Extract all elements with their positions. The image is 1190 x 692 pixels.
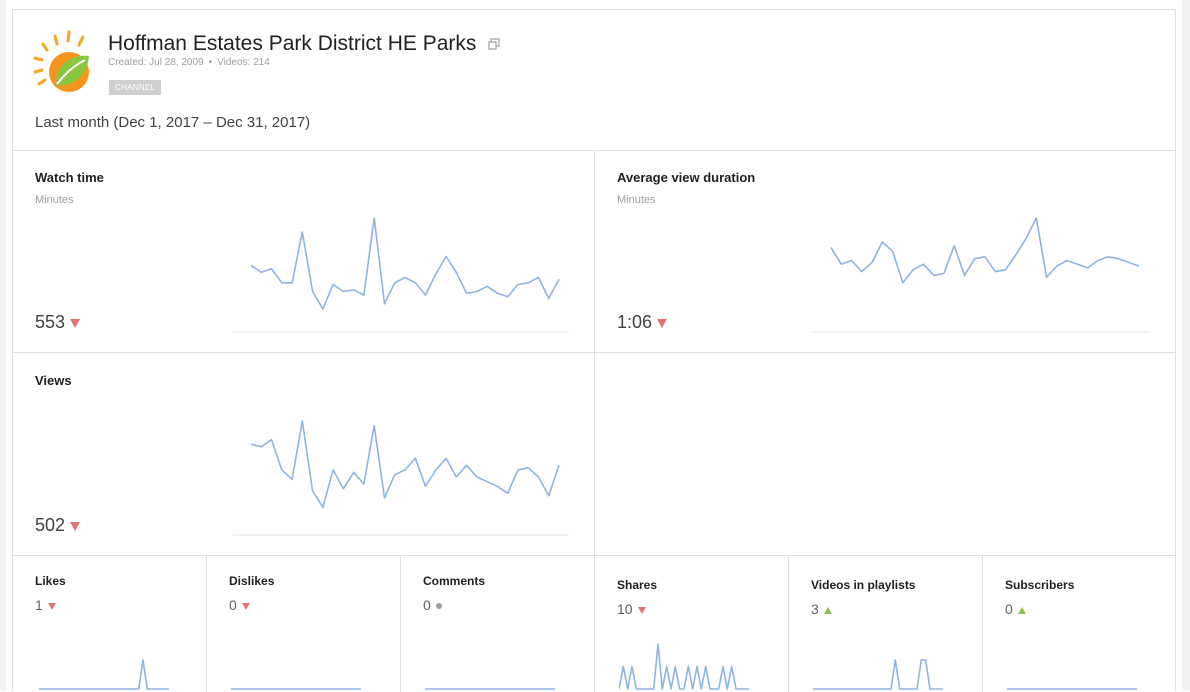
- watch-time-unit: Minutes: [35, 194, 74, 206]
- trend-down-icon: [47, 602, 56, 610]
- comments-value: 0: [423, 597, 442, 613]
- watch-time-title: Watch time: [35, 170, 104, 185]
- meta-separator: •: [208, 57, 213, 68]
- comments-number: 0: [423, 597, 431, 613]
- videos-in-playlists-value: 3: [811, 601, 832, 617]
- avg-view-duration-value: 1:06: [617, 312, 668, 333]
- empty-card-slot: [595, 353, 1175, 556]
- sparkline-path: [250, 420, 560, 509]
- avg-view-duration-number: 1:06: [617, 312, 653, 332]
- videos-in-playlists-sparkline: [813, 659, 943, 690]
- page-gutter-left: [0, 0, 6, 691]
- likes-number: 1: [35, 597, 43, 613]
- trend-down-icon: [70, 521, 81, 531]
- shares-card[interactable]: Shares 10: [595, 556, 789, 692]
- shares-title: Shares: [617, 578, 658, 592]
- avg-view-duration-sparkline: [813, 217, 1149, 333]
- subscribers-number: 0: [1005, 601, 1013, 617]
- avg-view-duration-card[interactable]: Average view duration Minutes 1:06: [595, 150, 1175, 353]
- watch-time-card[interactable]: Watch time Minutes 553: [13, 150, 595, 353]
- comments-card[interactable]: Comments 0: [401, 556, 595, 692]
- sparkline-path: [619, 643, 749, 690]
- views-sparkline: [233, 420, 569, 536]
- sparkline-path: [813, 659, 943, 690]
- watch-time-sparkline: [233, 217, 569, 333]
- channel-name[interactable]: Hoffman Estates Park District HE Parks: [108, 32, 476, 55]
- views-number: 502: [35, 515, 66, 535]
- trend-down-icon: [637, 606, 646, 614]
- dislikes-title: Dislikes: [229, 574, 275, 588]
- external-link-icon[interactable]: [488, 38, 500, 51]
- shares-sparkline: [619, 643, 749, 690]
- likes-sparkline: [39, 659, 169, 690]
- channel-badge: CHANNEL: [109, 80, 162, 95]
- avg-view-duration-title: Average view duration: [617, 170, 756, 185]
- trend-down-icon: [70, 318, 81, 328]
- likes-card[interactable]: Likes 1: [13, 556, 207, 692]
- channel-meta: Created: Jul 28, 2009 • Videos: 214: [108, 57, 270, 68]
- channel-created: Created: Jul 28, 2009: [108, 57, 204, 68]
- views-card[interactable]: Views 502: [13, 353, 595, 556]
- shares-value: 10: [617, 601, 646, 617]
- channel-logo[interactable]: [33, 28, 97, 96]
- channel-header: Hoffman Estates Park District HE Parks C…: [13, 10, 1175, 151]
- watch-time-number: 553: [35, 312, 66, 332]
- trend-up-icon: [823, 606, 832, 614]
- views-value: 502: [35, 515, 81, 536]
- dislikes-sparkline: [231, 688, 361, 690]
- trend-up-icon: [1017, 606, 1026, 614]
- sparkline-path: [39, 659, 169, 690]
- comments-title: Comments: [423, 574, 486, 588]
- comments-sparkline: [425, 688, 555, 690]
- subscribers-value: 0: [1005, 601, 1026, 617]
- date-range-label[interactable]: Last month (Dec 1, 2017 – Dec 31, 2017): [35, 114, 310, 131]
- dislikes-number: 0: [229, 597, 237, 613]
- subscribers-card[interactable]: Subscribers 0: [983, 556, 1175, 692]
- subscribers-title: Subscribers: [1005, 578, 1075, 592]
- page-scrollbar-track[interactable]: [1182, 0, 1190, 691]
- avg-view-duration-unit: Minutes: [617, 194, 656, 206]
- trend-down-icon: [657, 318, 668, 328]
- trend-neutral-icon: [435, 603, 442, 610]
- channel-video-count: Videos: 214: [217, 57, 270, 68]
- sparkline-path: [250, 217, 560, 310]
- subscribers-sparkline: [1007, 688, 1137, 690]
- trend-down-icon: [241, 602, 250, 610]
- dislikes-card[interactable]: Dislikes 0: [207, 556, 401, 692]
- videos-in-playlists-card[interactable]: Videos in playlists 3: [789, 556, 983, 692]
- shares-number: 10: [617, 601, 633, 617]
- analytics-panel: Hoffman Estates Park District HE Parks C…: [12, 9, 1176, 692]
- likes-title: Likes: [35, 574, 66, 588]
- channel-title[interactable]: Hoffman Estates Park District HE Parks: [108, 32, 500, 56]
- videos-in-playlists-number: 3: [811, 601, 819, 617]
- views-title: Views: [35, 373, 72, 388]
- watch-time-value: 553: [35, 312, 81, 333]
- dislikes-value: 0: [229, 597, 250, 613]
- videos-in-playlists-title: Videos in playlists: [811, 578, 916, 592]
- likes-value: 1: [35, 597, 56, 613]
- sparkline-path: [830, 217, 1140, 284]
